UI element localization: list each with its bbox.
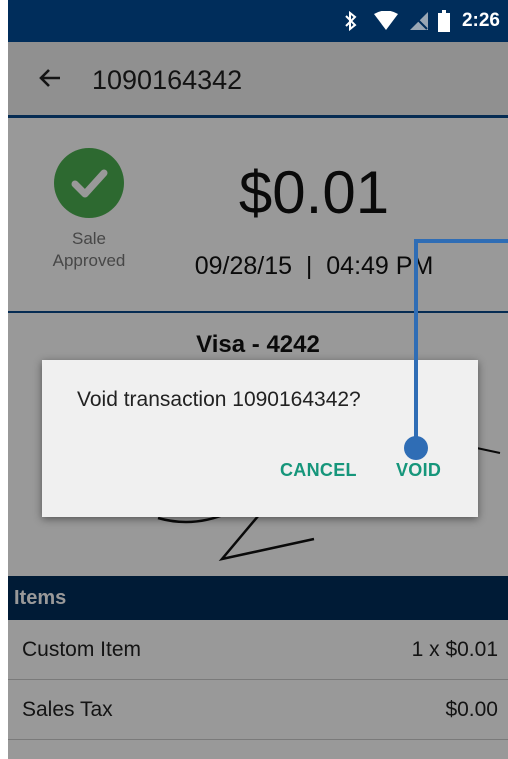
screen-edge — [0, 0, 8, 759]
status-time: 2:26 — [461, 10, 500, 31]
dialog-message: Void transaction 1090164342? — [77, 388, 361, 411]
status-bar: 2:26 — [8, 0, 508, 42]
no-signal-icon — [408, 0, 430, 42]
app-screen: 2:26 1090164342 Sale Approved $0.01 09/2… — [0, 0, 508, 759]
cancel-button[interactable]: CANCEL — [280, 460, 357, 481]
void-dialog: Void transaction 1090164342? CANCEL VOID — [42, 360, 478, 517]
bluetooth-icon — [340, 0, 362, 42]
wifi-icon — [372, 0, 400, 42]
battery-icon — [436, 0, 452, 42]
void-button[interactable]: VOID — [396, 460, 441, 481]
